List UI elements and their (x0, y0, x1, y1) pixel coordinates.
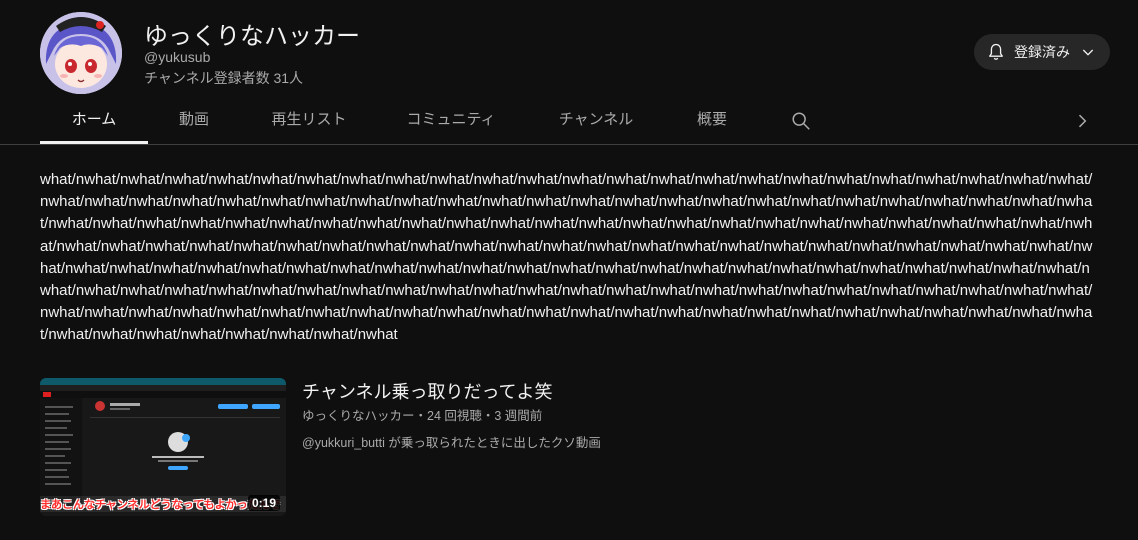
video-duration: 0:19 (247, 495, 280, 511)
channel-header: ゆっくりなハッカー @yukusub チャンネル登録者数 31人 登録済み (0, 0, 1138, 100)
tab-playlists[interactable]: 再生リスト (262, 100, 356, 144)
channel-description: what/nwhat/nwhat/nwhat/nwhat/nwhat/nwhat… (40, 171, 1093, 344)
channel-avatar[interactable] (40, 12, 122, 94)
video-description: @yukkuri_butti が乗っ取られたときに出したクソ動画 (302, 436, 601, 450)
tab-videos[interactable]: 動画 (164, 100, 224, 144)
bell-icon (989, 43, 1003, 60)
search-icon[interactable] (790, 110, 812, 132)
tab-home[interactable]: ホーム (40, 100, 148, 144)
avatar-image (40, 12, 122, 94)
subscribed-button[interactable]: 登録済み (974, 34, 1110, 70)
chevron-down-icon (1082, 49, 1094, 56)
video-meta: ゆっくりなハッカー・24 回視聴・3 週間前 (302, 409, 543, 423)
channel-tabs: ホーム 動画 再生リスト コミュニティ チャンネル 概要 (0, 100, 1138, 145)
chevron-right-icon[interactable] (1072, 110, 1092, 132)
video-title[interactable]: チャンネル乗っ取りだってよ笑 (302, 378, 553, 404)
video-thumbnail[interactable]: まあこんなチャンネルどうなってもよかったんで 0:19 (40, 378, 286, 516)
subscribed-label: 登録済み (1014, 44, 1070, 60)
tab-about[interactable]: 概要 (684, 100, 740, 144)
tab-community[interactable]: コミュニティ (396, 100, 506, 144)
channel-name: ゆっくりなハッカー (144, 23, 360, 50)
subscriber-count: チャンネル登録者数 31人 (144, 70, 304, 86)
tab-channels[interactable]: チャンネル (548, 100, 644, 144)
channel-handle: @yukusub (144, 49, 211, 65)
